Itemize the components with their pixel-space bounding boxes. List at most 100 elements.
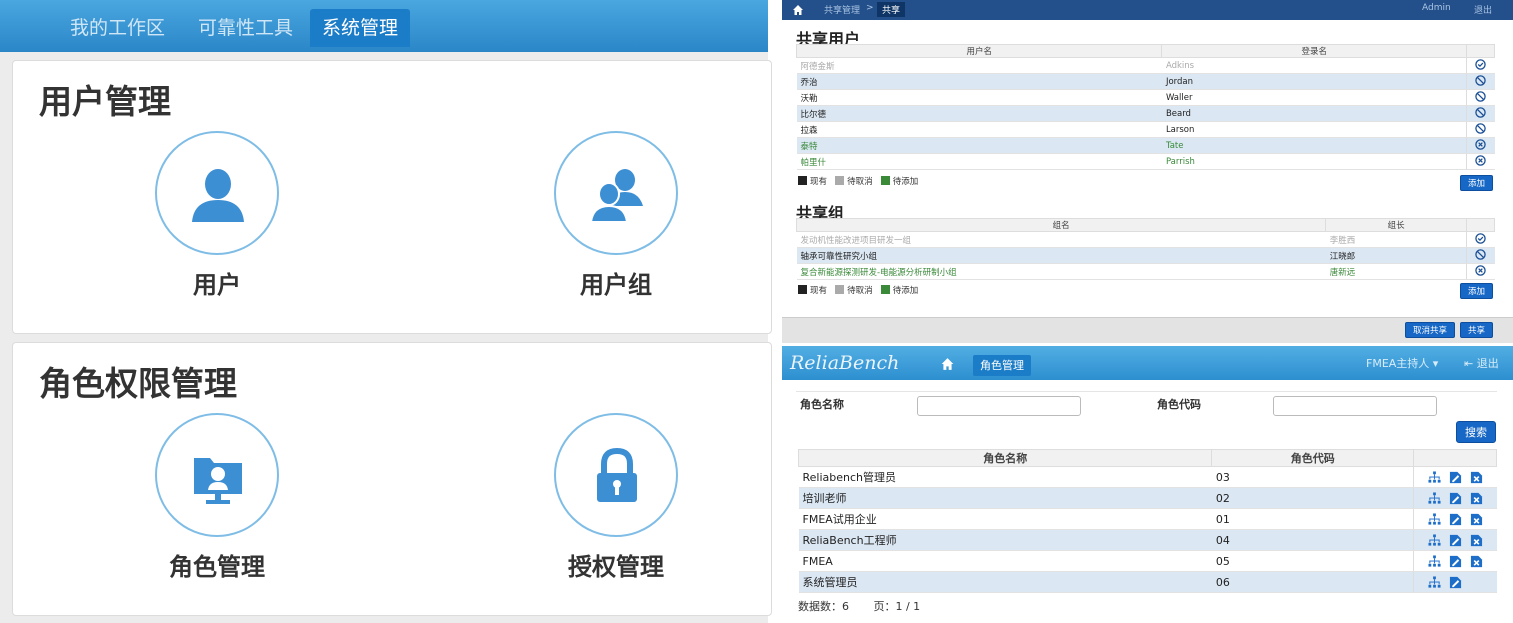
restore-share-icon[interactable] — [1466, 57, 1495, 74]
legend-swatch-pending-cancel — [835, 176, 845, 185]
cell-leader: 江晓郎 — [1325, 247, 1467, 264]
cell-role-name: ReliaBench工程师 — [798, 529, 1212, 551]
reliabench-logo: ReliaBench — [790, 352, 900, 374]
legend-swatch-pending-add — [880, 285, 890, 294]
cancel-add-icon[interactable] — [1466, 137, 1495, 154]
pagination-status: 数据数：6 页：1 / 1 — [798, 598, 920, 614]
share-top-bar: 共享管理 > 共享 Admin 退出 — [782, 0, 1513, 20]
column-header-action — [1466, 44, 1495, 58]
edit-icon[interactable] — [1445, 554, 1466, 567]
permission-tree-icon[interactable] — [1424, 491, 1445, 504]
home-icon[interactable] — [940, 357, 955, 371]
delete-icon[interactable] — [1466, 554, 1487, 567]
users-tile[interactable] — [155, 131, 279, 255]
cancel-add-icon[interactable] — [1466, 263, 1495, 280]
delete-icon[interactable] — [1466, 470, 1487, 483]
logout-link[interactable]: ⇤ 退出 — [1464, 355, 1499, 371]
tab-role-management[interactable]: 角色管理 — [973, 355, 1031, 376]
remove-share-icon[interactable] — [1466, 121, 1495, 138]
authorization-tile-label[interactable]: 授权管理 — [516, 547, 716, 582]
user-group-icon — [589, 169, 643, 223]
legend-swatch-pending-add — [880, 176, 890, 185]
cancel-add-icon[interactable] — [1466, 153, 1495, 170]
authorization-tile[interactable] — [554, 413, 678, 537]
role-name-input[interactable] — [917, 396, 1081, 416]
role-management-tile-label[interactable]: 角色管理 — [117, 547, 317, 582]
share-button[interactable]: 共享 — [1460, 322, 1493, 338]
remove-share-icon[interactable] — [1466, 89, 1495, 106]
edit-icon[interactable] — [1445, 512, 1466, 525]
permission-tree-icon[interactable] — [1424, 470, 1445, 483]
delete-icon[interactable] — [1466, 533, 1487, 546]
legend-swatch-pending-cancel — [835, 285, 845, 294]
edit-icon[interactable] — [1445, 575, 1466, 588]
delete-icon[interactable] — [1466, 491, 1487, 504]
caret-down-icon: ▾ — [1432, 357, 1439, 370]
column-header-group-name: 组名 — [795, 218, 1327, 232]
cell-login: Waller — [1161, 89, 1467, 106]
table-row: FMEA 05 — [798, 550, 1497, 572]
search-divider — [796, 391, 1497, 392]
cell-name: 拉森 — [796, 121, 1162, 138]
row-operations — [1413, 529, 1497, 551]
column-header-username: 用户名 — [795, 44, 1163, 58]
cell-role-name: FMEA — [798, 550, 1212, 572]
user-menu[interactable]: FMEA主持人 ▾ — [1366, 355, 1438, 371]
roles-table: 角色名称 角色代码 Reliabench管理员 03 培训老师 02 FMEA试用企业 0… — [797, 449, 1497, 593]
edit-icon[interactable] — [1445, 533, 1466, 546]
user-groups-tile-label[interactable]: 用户组 — [516, 265, 716, 300]
role-management-tile[interactable] — [155, 413, 279, 537]
remove-share-icon[interactable] — [1466, 247, 1495, 264]
groups-legend: 现有 待取消 待添加 — [798, 284, 918, 296]
row-operations — [1413, 466, 1497, 488]
edit-icon[interactable] — [1445, 491, 1466, 504]
permission-tree-icon[interactable] — [1424, 533, 1445, 546]
row-operations — [1413, 487, 1497, 509]
remove-share-icon[interactable] — [1466, 73, 1495, 90]
add-group-button[interactable]: 添加 — [1460, 283, 1493, 299]
tab-my-workspace[interactable]: 我的工作区 — [58, 9, 177, 47]
record-count: 6 — [842, 600, 849, 613]
cell-role-name: 培训老师 — [798, 487, 1212, 509]
permission-tree-icon[interactable] — [1424, 554, 1445, 567]
column-header-action — [1466, 218, 1495, 232]
breadcrumb-separator: > — [866, 3, 874, 13]
cell-name: 轴承可靠性研究小组 — [796, 247, 1326, 264]
table-row: 帕里什 Parrish — [796, 153, 1495, 170]
breadcrumb-share-management[interactable]: 共享管理 — [824, 3, 860, 16]
add-user-button[interactable]: 添加 — [1460, 175, 1493, 191]
role-folder-icon — [194, 458, 242, 504]
table-row: Reliabench管理员 03 — [798, 466, 1497, 488]
table-row: 培训老师 02 — [798, 487, 1497, 509]
legend-existing: 现有 — [810, 286, 828, 296]
role-code-label: 角色代码 — [1157, 398, 1201, 411]
remove-share-icon[interactable] — [1466, 105, 1495, 122]
record-count-label: 数据数： — [798, 600, 842, 613]
users-tile-label[interactable]: 用户 — [117, 265, 317, 300]
logout-link[interactable]: 退出 — [1474, 3, 1492, 16]
cell-role-name: FMEA试用企业 — [798, 508, 1212, 530]
search-button[interactable]: 搜索 — [1456, 421, 1496, 443]
role-code-input[interactable] — [1273, 396, 1437, 416]
tab-reliability-tools[interactable]: 可靠性工具 — [186, 9, 305, 47]
edit-icon[interactable] — [1445, 470, 1466, 483]
permission-tree-icon[interactable] — [1424, 512, 1445, 525]
home-icon[interactable] — [792, 4, 804, 16]
cancel-share-button[interactable]: 取消共享 — [1405, 322, 1455, 338]
cell-login: Beard — [1161, 105, 1467, 122]
logout-label: 退出 — [1476, 357, 1499, 370]
legend-swatch-existing — [798, 176, 807, 185]
table-row: 沃勒 Waller — [796, 89, 1495, 106]
user-groups-tile[interactable] — [554, 131, 678, 255]
cell-role-name: 系统管理员 — [798, 571, 1212, 593]
table-row: 阿德金斯 Adkins — [796, 57, 1495, 74]
tab-system-admin[interactable]: 系统管理 — [310, 9, 411, 47]
restore-share-icon[interactable] — [1466, 231, 1495, 248]
share-footer: 取消共享 共享 — [782, 317, 1513, 343]
cell-name: 乔治 — [796, 73, 1162, 90]
permission-tree-icon[interactable] — [1424, 575, 1445, 588]
delete-icon[interactable] — [1466, 512, 1487, 525]
cell-role-code: 06 — [1211, 571, 1414, 593]
role-top-nav: ReliaBench 角色管理 FMEA主持人 ▾ ⇤ 退出 — [782, 346, 1513, 380]
legend-swatch-existing — [798, 285, 807, 294]
